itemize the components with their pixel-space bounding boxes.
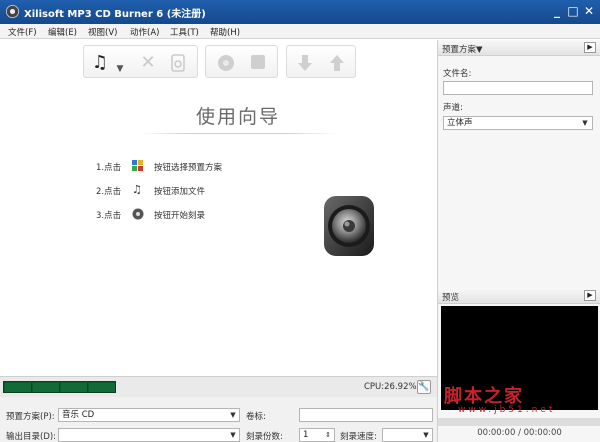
menu-edit[interactable]: 编辑(E) [48, 26, 77, 38]
preview-header-label: 预览 [442, 293, 460, 303]
chevron-down-icon[interactable]: ▼ [421, 430, 431, 440]
output-dir-label: 输出目录(D): [6, 432, 57, 442]
step-text: 按钮添加文件 [154, 187, 206, 197]
burn-icon [132, 208, 144, 220]
chevron-down-icon[interactable]: ▼ [228, 410, 238, 420]
output-settings-form: 预置方案(P): 音乐 CD ▼ 卷标: 输出目录(D): ▼ 刻录份数: 1 … [0, 397, 437, 442]
move-up-icon[interactable] [327, 54, 347, 72]
profile-select[interactable]: 音乐 CD ▼ [58, 408, 240, 422]
filename-label: 文件名: [443, 69, 472, 79]
stepper-arrows-icon[interactable]: ⇕ [323, 430, 333, 440]
guide-step-2: 2.点击 ♫ 按钮添加文件 [96, 184, 205, 198]
filename-input[interactable] [443, 81, 593, 95]
menu-file[interactable]: 文件(F) [8, 26, 37, 38]
menu-action[interactable]: 动作(A) [130, 26, 159, 38]
guide-step-3: 3.点击 按钮开始刻录 [96, 208, 205, 221]
window-title: Xilisoft MP3 CD Burner 6 (未注册) [24, 9, 206, 20]
profile-panel-header: 预置方案▼ ▶ [438, 40, 600, 56]
copies-label: 刻录份数: [246, 432, 283, 442]
chevron-down-icon[interactable]: ▼ [580, 118, 590, 128]
chevron-down-icon[interactable]: ▼ [228, 430, 238, 440]
app-cd-icon [6, 5, 19, 18]
close-button[interactable]: ✕ [581, 3, 597, 19]
step-number: 2.点击 [96, 187, 122, 197]
guide-divider [140, 133, 336, 134]
maximize-button[interactable]: □ [565, 3, 581, 19]
profile-label: 预置方案(P): [6, 412, 55, 422]
burn-icon[interactable] [216, 54, 236, 72]
guide-title: 使用向导 [195, 106, 280, 128]
play-icon[interactable]: ▶ [584, 290, 596, 301]
file-tools-group: ♫ ▼ ✕ [83, 45, 198, 78]
preview-time: 00:00:00 / 00:00:00 [477, 428, 562, 438]
watermark-url: www.jb51.net [458, 405, 556, 415]
minimize-button[interactable]: _ [549, 3, 565, 19]
volume-input[interactable] [299, 408, 433, 422]
speed-label: 刻录速度: [340, 432, 377, 442]
add-music-icon: ♫ [132, 183, 142, 196]
step-number: 3.点击 [96, 211, 122, 221]
channel-label: 声道: [443, 103, 463, 113]
step-text: 按钮选择预置方案 [154, 163, 223, 173]
step-text: 按钮开始刻录 [154, 211, 206, 221]
menu-bar: 文件(F) 编辑(E) 视图(V) 动作(A) 工具(T) 帮助(H) [0, 24, 600, 39]
add-music-icon[interactable]: ♫ [90, 54, 110, 72]
clear-icon[interactable] [168, 54, 188, 72]
profile-grid-icon [132, 160, 144, 172]
chevron-down-icon[interactable]: ▼ [110, 60, 130, 78]
step-number: 1.点击 [96, 163, 122, 173]
volume-label: 卷标: [246, 412, 266, 422]
profile-settings-panel: 预置方案▼ ▶ 文件名: 声道: 立体声 ▼ [437, 40, 600, 288]
preview-panel: 预览 ▶ 脚本之家 www.jb51.net 00:00:00 / 00:00:… [437, 288, 600, 442]
guide-step-1: 1.点击 按钮选择预置方案 [96, 160, 222, 173]
file-list-area[interactable]: 使用向导 1.点击 按钮选择预置方案 2.点击 ♫ 按钮添加文件 3.点击 按钮… [0, 84, 437, 376]
menu-view[interactable]: 视图(V) [88, 26, 117, 38]
speed-select[interactable]: ▼ [382, 428, 433, 442]
copies-stepper[interactable]: 1 ⇕ [299, 428, 335, 442]
move-down-icon[interactable] [295, 54, 315, 72]
settings-wrench-icon[interactable]: 🔧 [417, 380, 431, 394]
preview-seek-bar[interactable] [438, 418, 600, 426]
profile-header-label[interactable]: 预置方案▼ [442, 43, 483, 55]
remove-icon[interactable]: ✕ [138, 54, 158, 72]
title-bar: Xilisoft MP3 CD Burner 6 (未注册) _ □ ✕ [0, 0, 600, 24]
order-tools-group [286, 45, 356, 78]
preview-panel-header: 预览 ▶ [438, 288, 600, 304]
channel-select[interactable]: 立体声 ▼ [443, 116, 593, 130]
speaker-logo-icon [320, 194, 378, 260]
output-dir-select[interactable]: ▼ [58, 428, 240, 442]
burn-tools-group [205, 45, 278, 78]
menu-help[interactable]: 帮助(H) [210, 26, 240, 38]
toolbar: ♫ ▼ ✕ [0, 40, 437, 84]
stop-icon[interactable] [248, 54, 268, 72]
menu-tools[interactable]: 工具(T) [170, 26, 199, 38]
expand-arrow-icon[interactable]: ▶ [584, 42, 596, 53]
status-bar: CPU:26.92% 🔧 [0, 376, 437, 397]
cpu-usage: CPU:26.92% [364, 382, 417, 392]
capacity-meter [3, 381, 116, 393]
